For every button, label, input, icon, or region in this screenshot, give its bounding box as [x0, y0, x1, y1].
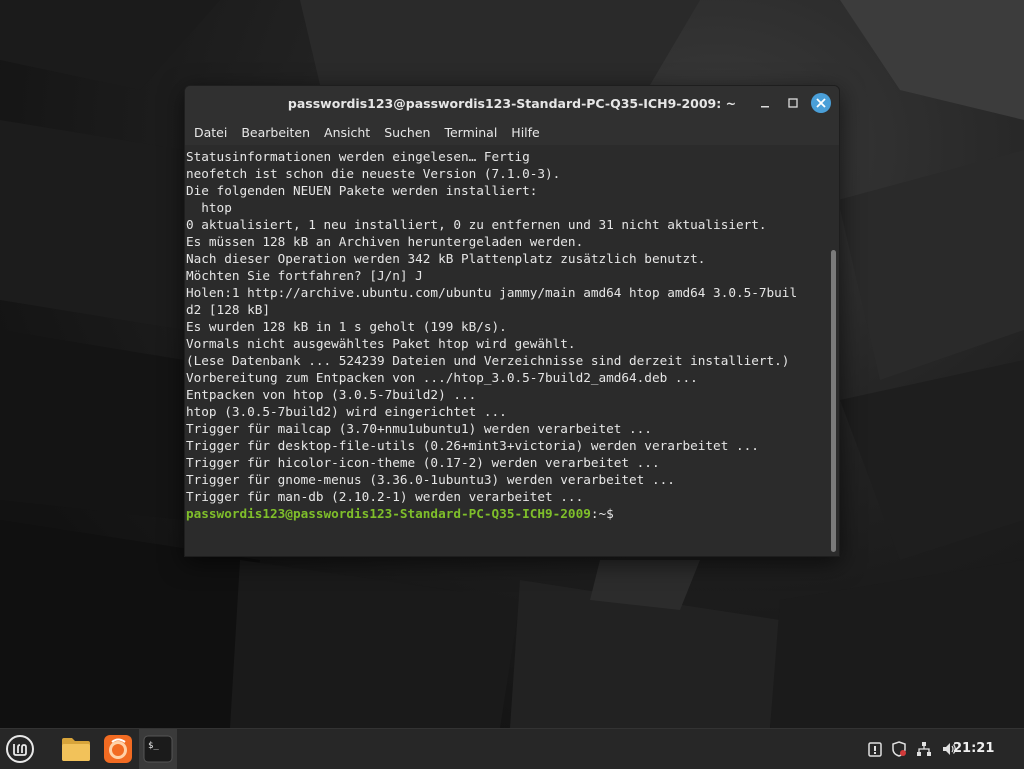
terminal-line: Statusinformationen werden eingelesen… F…	[186, 149, 530, 164]
terminal-line: Trigger für mailcap (3.70+nmu1ubuntu1) w…	[186, 421, 652, 436]
terminal-line: Trigger für gnome-menus (3.36.0-1ubuntu3…	[186, 472, 675, 487]
prompt-user-host: passwordis123@passwordis123-Standard-PC-…	[186, 506, 591, 521]
scrollbar[interactable]	[831, 250, 836, 552]
terminal-output[interactable]: Statusinformationen werden eingelesen… F…	[185, 145, 828, 556]
terminal-line: htop	[186, 200, 232, 215]
terminal-line: Vormals nicht ausgewähltes Paket htop wi…	[186, 336, 576, 351]
terminal-line: Trigger für hicolor-icon-theme (0.17-2) …	[186, 455, 660, 470]
prompt-path: :~$	[590, 506, 614, 521]
close-button[interactable]	[811, 93, 831, 113]
terminal-line: Trigger für desktop-file-utils (0.26+min…	[186, 438, 759, 453]
files-icon	[62, 738, 90, 761]
clock[interactable]: 21:21	[953, 729, 994, 769]
update-manager-button[interactable]	[864, 729, 886, 769]
terminal-line: Vorbereitung zum Entpacken von .../htop_…	[186, 370, 698, 385]
terminal-line: Die folgenden NEUEN Pakete werden instal…	[186, 183, 538, 198]
terminal-line: htop (3.0.5-7build2) wird eingerichtet .…	[186, 404, 507, 419]
scrollbar-thumb[interactable]	[831, 250, 836, 552]
maximize-button[interactable]	[783, 93, 803, 113]
title-bar[interactable]: passwordis123@passwordis123-Standard-PC-…	[185, 86, 839, 120]
terminal-line: Trigger für man-db (2.10.2-1) werden ver…	[186, 489, 584, 504]
terminal-line: Es müssen 128 kB an Archiven heruntergel…	[186, 234, 584, 249]
network-icon	[917, 742, 931, 756]
terminal-line: (Lese Datenbank ... 524239 Dateien und V…	[186, 353, 790, 368]
menu-suchen[interactable]: Suchen	[377, 125, 437, 140]
firefox-launcher[interactable]	[102, 733, 134, 765]
firefox-icon	[104, 735, 132, 763]
terminal-task-button[interactable]: $_	[139, 729, 177, 769]
shield-button[interactable]	[888, 729, 910, 769]
terminal-line: Entpacken von htop (3.0.5-7build2) ...	[186, 387, 477, 402]
terminal-line: Nach dieser Operation werden 342 kB Plat…	[186, 251, 706, 266]
minimize-button[interactable]	[755, 93, 775, 113]
menu-ansicht[interactable]: Ansicht	[317, 125, 377, 140]
terminal-window[interactable]: passwordis123@passwordis123-Standard-PC-…	[184, 85, 840, 557]
terminal-icon: $_	[143, 735, 173, 763]
mint-menu-button[interactable]	[4, 733, 36, 765]
network-button[interactable]	[913, 729, 935, 769]
menu-datei[interactable]: Datei	[187, 125, 234, 140]
close-icon	[816, 98, 826, 108]
terminal-line: Holen:1 http://archive.ubuntu.com/ubuntu…	[186, 285, 798, 300]
minimize-icon	[761, 106, 769, 108]
terminal-line: 0 aktualisiert, 1 neu installiert, 0 zu …	[186, 217, 767, 232]
shield-icon	[892, 741, 906, 757]
window-title: passwordis123@passwordis123-Standard-PC-…	[287, 95, 737, 111]
taskbar: $_ 21:21	[0, 728, 1024, 769]
update-manager-icon	[868, 742, 882, 757]
menu-bearbeiten[interactable]: Bearbeiten	[234, 125, 317, 140]
svg-text:$_: $_	[148, 741, 159, 751]
maximize-icon	[788, 98, 798, 108]
files-launcher[interactable]	[60, 733, 92, 765]
terminal-line: Es wurden 128 kB in 1 s geholt (199 kB/s…	[186, 319, 507, 334]
menu-terminal[interactable]: Terminal	[437, 125, 504, 140]
menu-hilfe[interactable]: Hilfe	[504, 125, 546, 140]
shell-prompt[interactable]: passwordis123@passwordis123-Standard-PC-…	[186, 505, 827, 522]
terminal-line: Möchten Sie fortfahren? [J/n] J	[186, 268, 423, 283]
mint-menu-icon	[6, 735, 34, 763]
menu-bar: Datei Bearbeiten Ansicht Suchen Terminal…	[185, 120, 839, 145]
terminal-line: d2 [128 kB]	[186, 302, 271, 317]
terminal-line: neofetch ist schon die neueste Version (…	[186, 166, 561, 181]
